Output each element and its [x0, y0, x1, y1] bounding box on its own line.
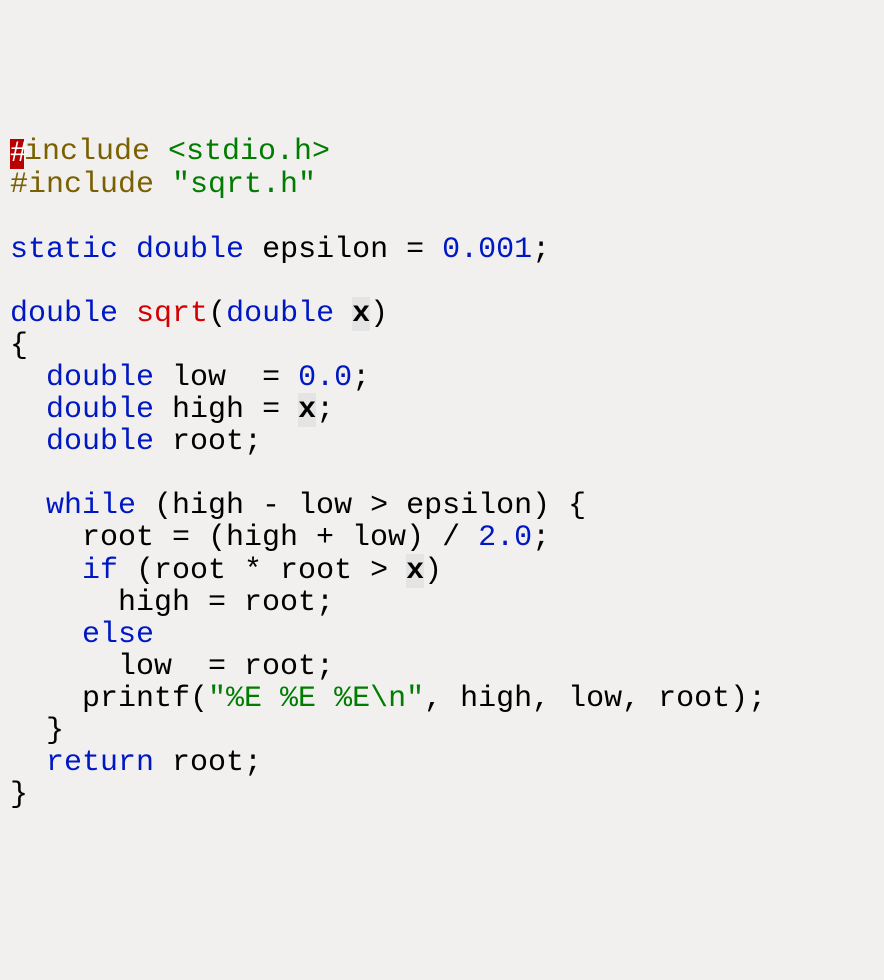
code-token: double: [226, 297, 334, 331]
code-token: double: [136, 233, 244, 267]
code-token: double: [10, 297, 118, 331]
code-token: if: [82, 554, 118, 588]
code-line: {: [10, 329, 28, 363]
text-cursor: #: [10, 139, 24, 169]
code-token: low =: [154, 361, 298, 395]
code-token: [118, 233, 136, 267]
code-token: static: [10, 233, 118, 267]
code-token: [10, 489, 46, 523]
code-token: x: [298, 393, 316, 427]
code-token: double: [46, 393, 154, 427]
code-line: }: [10, 778, 28, 812]
code-token: [10, 554, 82, 588]
code-token: ): [424, 554, 442, 588]
code-token: ): [370, 297, 388, 331]
code-token: sqrt: [136, 297, 208, 331]
code-token: else: [82, 618, 154, 652]
code-token: , high, low, root);: [424, 682, 766, 716]
code-token: root;: [154, 425, 262, 459]
code-token: root = (high + low) /: [10, 521, 478, 555]
code-token: (: [208, 297, 226, 331]
code-token: include: [24, 135, 168, 169]
code-token: [10, 618, 82, 652]
code-token: (high - low > epsilon) {: [136, 489, 586, 523]
code-token: [10, 393, 46, 427]
code-line: high = root;: [10, 586, 334, 620]
code-line: }: [10, 714, 64, 748]
code-token: x: [406, 554, 424, 588]
code-token: #include: [10, 168, 172, 202]
code-token: [10, 425, 46, 459]
code-token: 0.001: [442, 233, 532, 267]
code-token: ;: [532, 233, 550, 267]
code-token: x: [352, 297, 370, 331]
code-token: ;: [316, 393, 334, 427]
code-token: <stdio.h>: [168, 135, 330, 169]
code-token: ;: [532, 521, 550, 555]
code-token: [10, 361, 46, 395]
code-token: printf(: [10, 682, 208, 716]
code-token: 2.0: [478, 521, 532, 555]
code-token: while: [46, 489, 136, 523]
code-token: double: [46, 361, 154, 395]
code-token: [118, 297, 136, 331]
code-token: 0.0: [298, 361, 352, 395]
code-token: (root * root >: [118, 554, 406, 588]
code-token: return: [46, 746, 154, 780]
code-token: "%E %E %E\n": [208, 682, 424, 716]
code-line: low = root;: [10, 650, 334, 684]
code-editor: #include <stdio.h> #include "sqrt.h" sta…: [10, 136, 874, 811]
code-token: epsilon =: [244, 233, 442, 267]
code-token: double: [46, 425, 154, 459]
code-token: ;: [352, 361, 370, 395]
code-token: high =: [154, 393, 298, 427]
code-token: [334, 297, 352, 331]
code-token: root;: [154, 746, 262, 780]
code-token: [10, 746, 46, 780]
code-token: "sqrt.h": [172, 168, 316, 202]
